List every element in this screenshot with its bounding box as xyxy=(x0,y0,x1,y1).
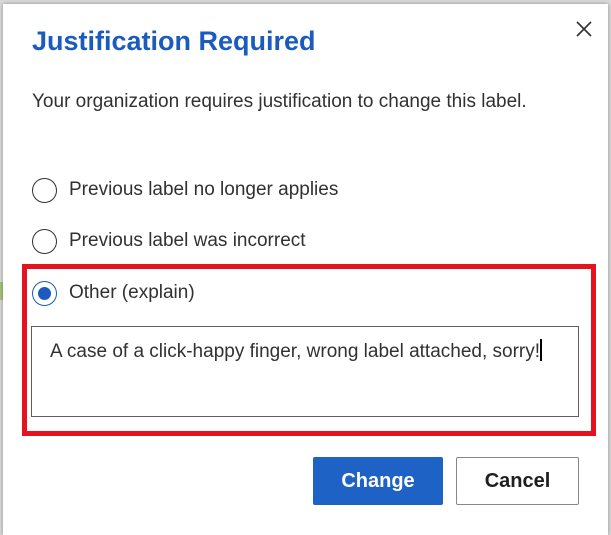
radio-button[interactable] xyxy=(32,177,57,203)
justification-dialog: Justification Required Your organization… xyxy=(3,4,608,535)
close-button[interactable] xyxy=(569,14,599,44)
radio-option-label: Previous label was incorrect xyxy=(69,230,306,251)
radio-option-other[interactable]: Other (explain) xyxy=(32,278,195,308)
cancel-button[interactable]: Cancel xyxy=(456,457,579,505)
radio-option-incorrect[interactable]: Previous label was incorrect xyxy=(32,226,306,256)
radio-option-no-longer-applies[interactable]: Previous label no longer applies xyxy=(32,175,338,205)
radio-button[interactable] xyxy=(32,228,57,254)
radio-button-selected[interactable] xyxy=(32,280,57,306)
radio-option-label: Previous label no longer applies xyxy=(69,179,339,200)
radio-option-label: Other (explain) xyxy=(69,282,195,303)
change-button[interactable]: Change xyxy=(313,457,443,505)
text-caret xyxy=(540,339,542,361)
explanation-text: A case of a click-happy finger, wrong la… xyxy=(50,341,541,362)
dialog-title: Justification Required xyxy=(32,26,316,56)
explanation-textarea[interactable]: A case of a click-happy finger, wrong la… xyxy=(31,326,579,417)
dialog-description: Your organization requires justification… xyxy=(32,91,527,112)
radio-selected-dot xyxy=(38,286,51,300)
close-icon xyxy=(576,21,592,37)
